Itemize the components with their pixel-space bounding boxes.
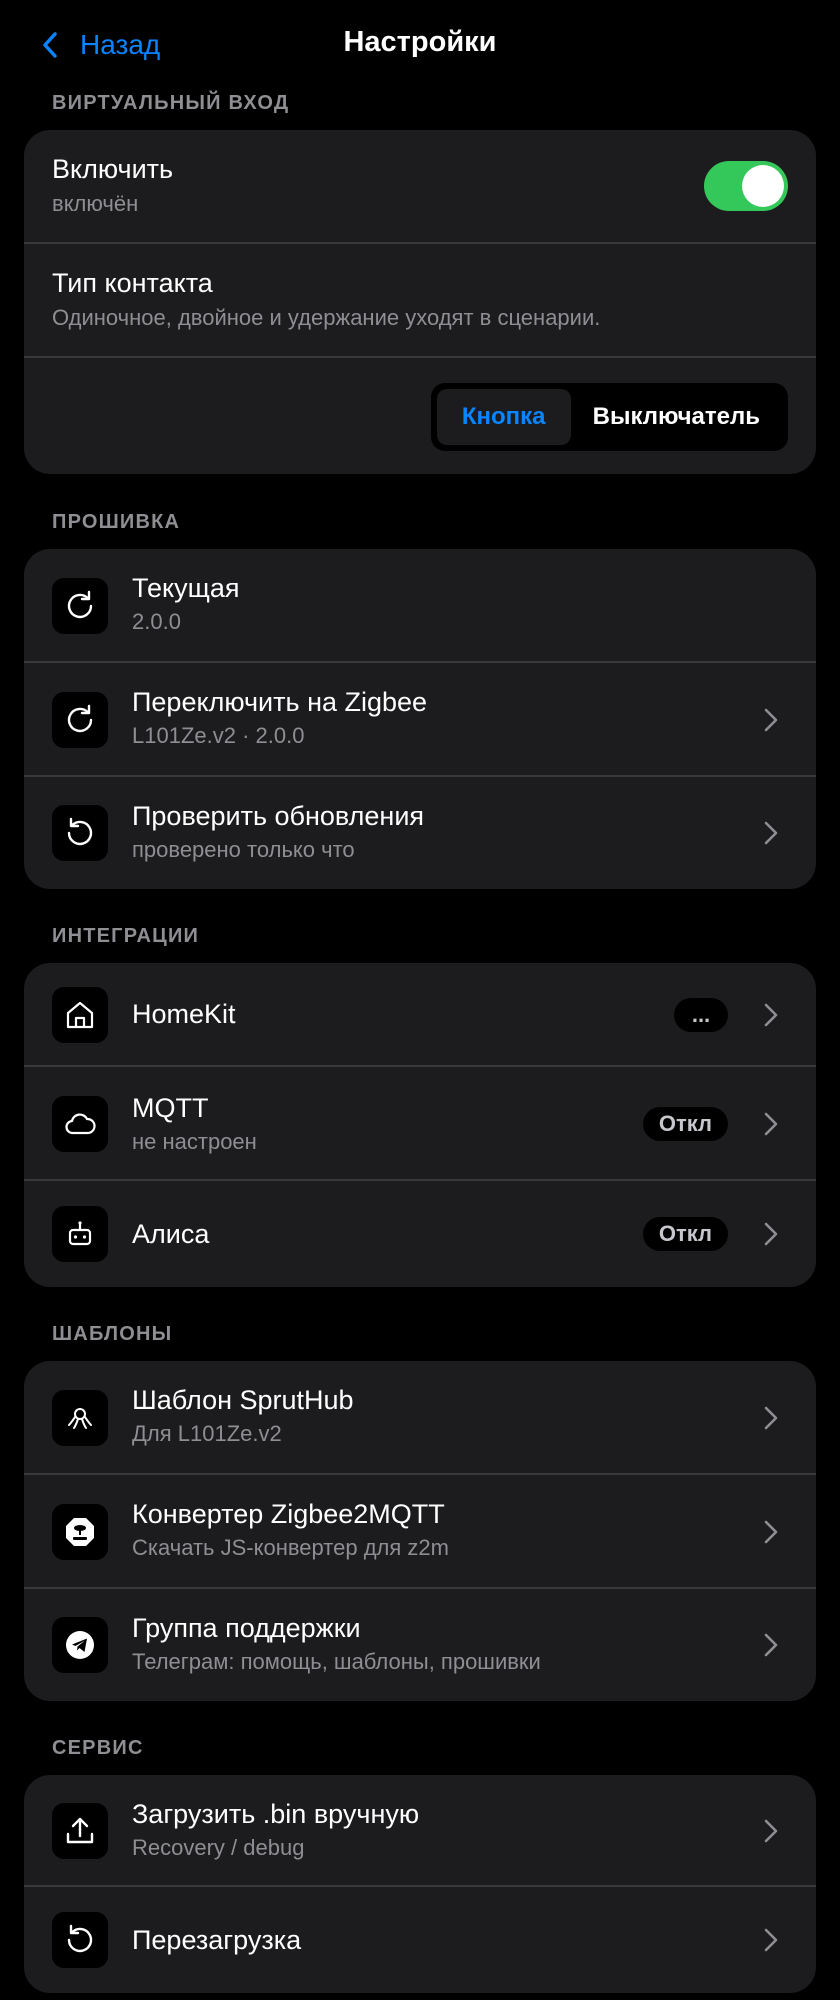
contact-type-row: Тип контакта Одиночное, двойное и удержа… — [24, 244, 816, 358]
contact-type-segmented-control: Кнопка Выключатель — [430, 383, 788, 451]
chevron-right-icon — [764, 1112, 778, 1136]
section-integrations-label: ИНТЕГРАЦИИ — [52, 925, 200, 947]
chevron-right-icon — [764, 1928, 778, 1952]
support-group-row[interactable]: Группа поддержки Телеграм: помощь, шабло… — [24, 1589, 816, 1701]
chevron-right-icon — [764, 1003, 778, 1027]
check-updates-title: Проверить обновления — [132, 801, 425, 831]
spruthub-template-title: Шаблон SprutHub — [132, 1385, 354, 1415]
virtual-input-card: Включить включён Тип контакта Одиночное,… — [24, 130, 816, 474]
switch-zigbee-title: Переключить на Zigbee — [132, 687, 428, 717]
mqtt-subtitle: не настроен — [132, 1129, 257, 1154]
chevron-right-icon — [764, 1819, 778, 1843]
rotate-ccw-icon — [52, 1912, 108, 1968]
manual-upload-row[interactable]: Загрузить .bin вручную Recovery / debug — [24, 1775, 816, 1887]
cloud-icon — [52, 1096, 108, 1152]
firmware-current-title: Текущая — [132, 573, 240, 603]
spruthub-template-subtitle: Для L101Ze.v2 — [132, 1421, 282, 1446]
z2m-bee-icon — [52, 1504, 108, 1560]
page-title: Настройки — [343, 26, 497, 58]
navigation-bar: Назад Настройки — [0, 0, 840, 92]
mqtt-row[interactable]: MQTT не настроен Откл — [24, 1067, 816, 1181]
homekit-row[interactable]: HomeKit ... — [24, 963, 816, 1067]
alisa-row[interactable]: Алиса Откл — [24, 1181, 816, 1287]
mqtt-title: MQTT — [132, 1093, 209, 1123]
support-group-title: Группа поддержки — [132, 1613, 361, 1643]
segment-button-option[interactable]: Кнопка — [436, 389, 571, 445]
z2m-converter-subtitle: Скачать JS-конвертер для z2m — [132, 1535, 449, 1560]
section-firmware-label: ПРОШИВКА — [52, 511, 181, 533]
section-service-label: СЕРВИС — [52, 1737, 144, 1759]
switch-zigbee-row[interactable]: Переключить на Zigbee L101Ze.v2 · 2.0.0 — [24, 663, 816, 777]
chevron-right-icon — [764, 821, 778, 845]
spruthub-template-row[interactable]: Шаблон SprutHub Для L101Ze.v2 — [24, 1361, 816, 1475]
chevron-right-icon — [764, 1406, 778, 1430]
homekit-title: HomeKit — [132, 999, 236, 1029]
section-virtual-input-label: ВИРТУАЛЬНЫЙ ВХОД — [52, 92, 290, 114]
z2m-converter-row[interactable]: Конвертер Zigbee2MQTT Скачать JS-конверт… — [24, 1475, 816, 1589]
templates-card: Шаблон SprutHub Для L101Ze.v2 Конвертер … — [24, 1361, 816, 1701]
rotate-ccw-icon — [52, 805, 108, 861]
check-updates-status: проверено только что — [132, 837, 355, 862]
reboot-row[interactable]: Перезагрузка — [24, 1887, 816, 1993]
mqtt-status-badge: Откл — [642, 1107, 728, 1141]
firmware-current-version: 2.0.0 — [132, 609, 181, 634]
contact-type-title: Тип контакта — [52, 268, 213, 298]
refresh-icon — [52, 692, 108, 748]
chevron-right-icon — [764, 1222, 778, 1246]
firmware-current-row: Текущая 2.0.0 — [24, 549, 816, 663]
support-group-subtitle: Телеграм: помощь, шаблоны, прошивки — [132, 1649, 541, 1674]
reboot-title: Перезагрузка — [132, 1925, 302, 1955]
chevron-right-icon — [764, 1520, 778, 1544]
refresh-icon — [52, 578, 108, 634]
telegram-icon — [52, 1617, 108, 1673]
chevron-right-icon — [764, 708, 778, 732]
manual-upload-subtitle: Recovery / debug — [132, 1835, 305, 1860]
robot-icon — [52, 1206, 108, 1262]
enable-toggle[interactable] — [704, 161, 788, 211]
enable-title: Включить — [52, 154, 174, 184]
alisa-status-badge: Откл — [642, 1217, 728, 1251]
upload-icon — [52, 1803, 108, 1859]
check-updates-row[interactable]: Проверить обновления проверено только чт… — [24, 777, 816, 889]
integrations-card: HomeKit ... MQTT не настроен Откл Алиса … — [24, 963, 816, 1287]
contact-type-description: Одиночное, двойное и удержание уходят в … — [52, 305, 601, 330]
home-icon — [52, 987, 108, 1043]
enable-state: включён — [52, 191, 139, 216]
segment-switch-option[interactable]: Выключатель — [571, 389, 782, 445]
homekit-status-badge: ... — [674, 998, 728, 1032]
section-templates-label: ШАБЛОНЫ — [52, 1323, 173, 1345]
chevron-right-icon — [764, 1633, 778, 1657]
octopus-icon — [52, 1390, 108, 1446]
contact-segment-row: Кнопка Выключатель — [24, 358, 816, 474]
toggle-knob — [742, 165, 784, 207]
enable-row: Включить включён — [24, 130, 816, 244]
service-card: Загрузить .bin вручную Recovery / debug … — [24, 1775, 816, 1993]
alisa-title: Алиса — [132, 1219, 210, 1249]
firmware-card: Текущая 2.0.0 Переключить на Zigbee L101… — [24, 549, 816, 889]
manual-upload-title: Загрузить .bin вручную — [132, 1799, 420, 1829]
z2m-converter-title: Конвертер Zigbee2MQTT — [132, 1499, 445, 1529]
switch-zigbee-subtitle: L101Ze.v2 · 2.0.0 — [132, 723, 305, 748]
